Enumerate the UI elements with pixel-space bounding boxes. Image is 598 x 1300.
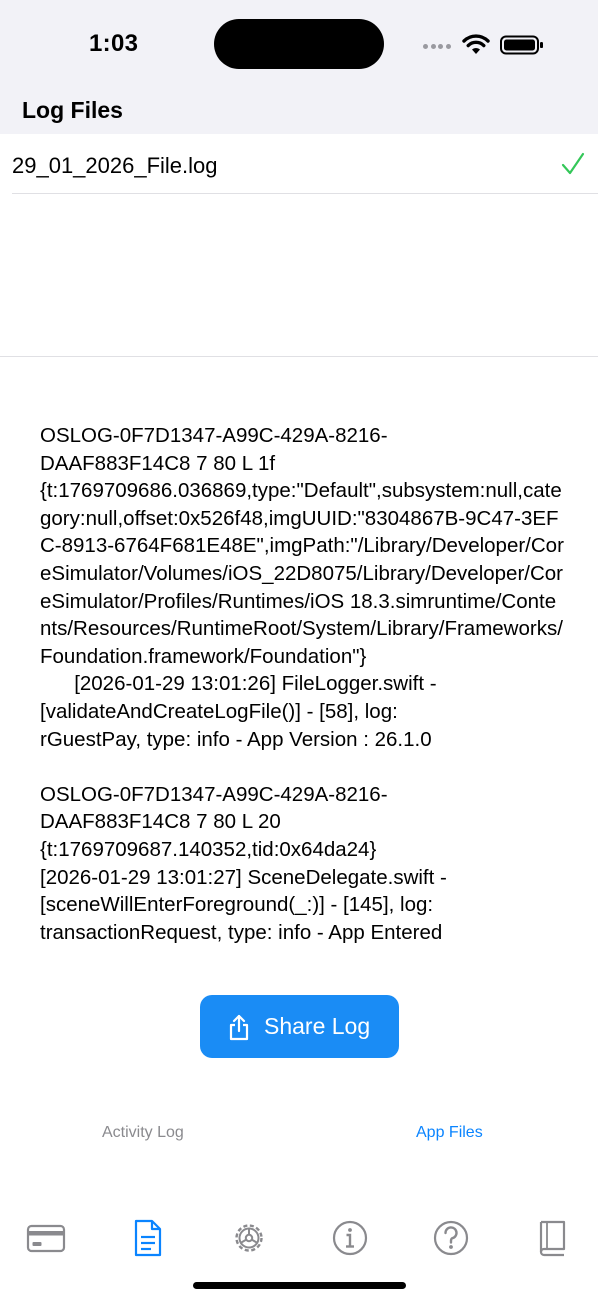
tab-app-files[interactable]: App Files xyxy=(416,1124,483,1142)
list-item[interactable]: 29_01_2026_File.log xyxy=(0,134,598,194)
book-icon xyxy=(539,1220,566,1257)
share-log-label: Share Log xyxy=(264,1013,371,1039)
dynamic-island xyxy=(214,19,384,69)
card-icon xyxy=(26,1224,66,1253)
cellular-signal-icon xyxy=(423,44,455,50)
tab-info[interactable] xyxy=(330,1218,370,1258)
row-separator xyxy=(12,193,598,194)
tab-card[interactable] xyxy=(26,1218,66,1258)
share-icon xyxy=(229,1014,249,1041)
file-name: 29_01_2026_File.log xyxy=(12,153,218,178)
nav-header: Log Files xyxy=(0,90,598,134)
battery-icon xyxy=(500,35,543,55)
log-content: OSLOG-0F7D1347-A99C-429A-8216- DAAF883F1… xyxy=(40,424,564,944)
page-title: Log Files xyxy=(22,97,123,123)
wifi-icon xyxy=(462,34,490,54)
help-icon xyxy=(433,1220,469,1256)
tab-documents[interactable] xyxy=(128,1218,168,1258)
checkmark-icon xyxy=(561,152,585,175)
info-icon xyxy=(332,1220,368,1256)
document-icon xyxy=(134,1219,162,1257)
share-log-button[interactable]: Share Log xyxy=(200,995,399,1058)
status-bar: 1:03 xyxy=(0,0,598,90)
gear-icon xyxy=(235,1224,263,1252)
tab-book[interactable] xyxy=(532,1218,572,1258)
home-indicator xyxy=(193,1282,406,1289)
tab-settings[interactable] xyxy=(229,1218,269,1258)
tab-bar xyxy=(0,1200,598,1280)
list-separator xyxy=(0,356,598,357)
tab-activity-log[interactable]: Activity Log xyxy=(102,1124,184,1142)
tab-help[interactable] xyxy=(431,1218,471,1258)
status-time: 1:03 xyxy=(89,30,139,57)
